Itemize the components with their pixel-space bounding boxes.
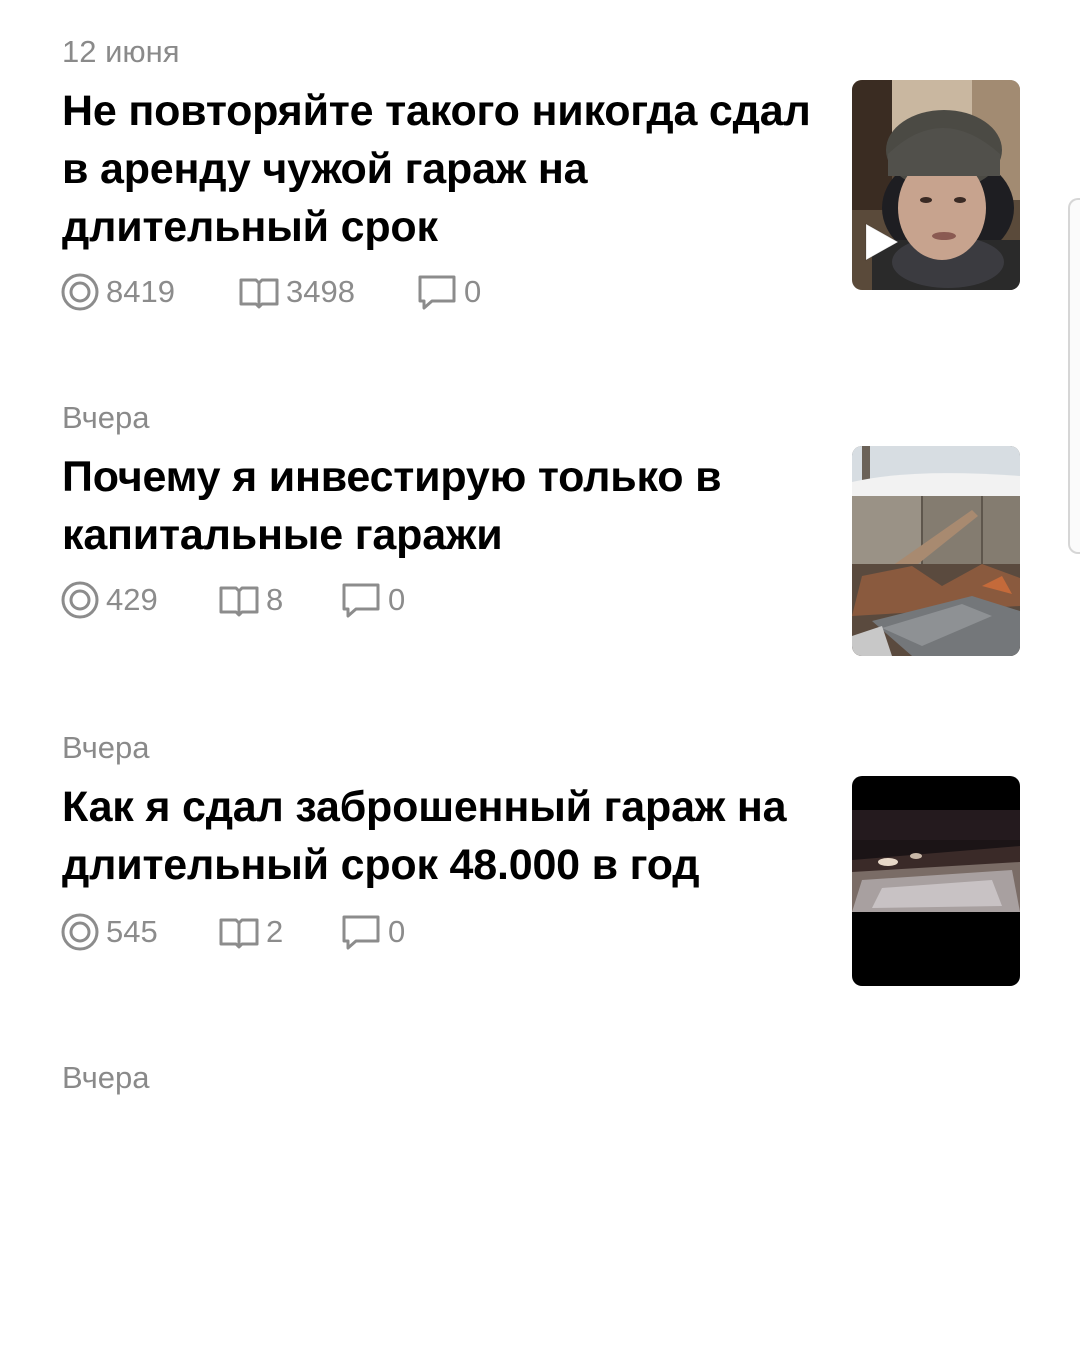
eye-target-icon	[60, 580, 100, 620]
scroll-indicator[interactable]	[1068, 198, 1080, 554]
article-title[interactable]: Не повторяйте такого никогда сдал в арен…	[62, 82, 822, 256]
open-book-icon	[238, 275, 280, 309]
open-book-icon	[218, 915, 260, 949]
speech-bubble-icon	[340, 913, 382, 951]
eye-target-icon	[60, 912, 100, 952]
article-date: Вчера	[62, 730, 150, 765]
reads-count: 2	[266, 914, 284, 949]
eye-target-icon	[60, 272, 100, 312]
comments-stat[interactable]: 0	[340, 913, 405, 951]
article-stats: 429 8 0	[60, 578, 405, 622]
article-title[interactable]: Почему я инвестирую только в капитальные…	[62, 448, 822, 564]
comments-count: 0	[388, 582, 406, 617]
reads-stat: 8	[218, 582, 340, 618]
article-thumbnail[interactable]	[852, 446, 1020, 656]
reads-count: 3498	[286, 274, 355, 309]
article-stats: 8419 3498 0	[60, 270, 481, 314]
article-date: Вчера	[62, 400, 150, 435]
article-card[interactable]: Вчера Как я сдал заброшенный гараж на дл…	[0, 726, 1080, 1026]
speech-bubble-icon	[340, 581, 382, 619]
reads-stat: 3498	[238, 274, 416, 310]
views-count: 429	[106, 582, 158, 617]
reads-stat: 2	[218, 914, 340, 950]
play-icon[interactable]	[862, 220, 902, 264]
article-date: 12 июня	[62, 34, 180, 69]
article-card[interactable]: Вчера Почему я инвестирую только в капит…	[0, 396, 1080, 696]
reads-count: 8	[266, 582, 284, 617]
article-feed: 12 июня Не повторяйте такого никогда сда…	[0, 0, 1080, 1095]
comments-count: 0	[388, 914, 406, 949]
comments-count: 0	[464, 274, 482, 309]
article-date: Вчера	[62, 1060, 150, 1095]
article-stats: 545 2 0	[60, 910, 405, 954]
article-title[interactable]: Как я сдал заброшенный гараж на длительн…	[62, 778, 822, 894]
views-stat: 545	[60, 912, 218, 952]
speech-bubble-icon	[416, 273, 458, 311]
article-card[interactable]: Вчера	[0, 1056, 1080, 1356]
views-stat: 8419	[60, 272, 238, 312]
views-count: 8419	[106, 274, 175, 309]
comments-stat[interactable]: 0	[416, 273, 481, 311]
views-stat: 429	[60, 580, 218, 620]
open-book-icon	[218, 583, 260, 617]
comments-stat[interactable]: 0	[340, 581, 405, 619]
article-thumbnail[interactable]	[852, 776, 1020, 986]
article-thumbnail[interactable]	[852, 80, 1020, 290]
article-card[interactable]: 12 июня Не повторяйте такого никогда сда…	[0, 30, 1080, 330]
views-count: 545	[106, 914, 158, 949]
